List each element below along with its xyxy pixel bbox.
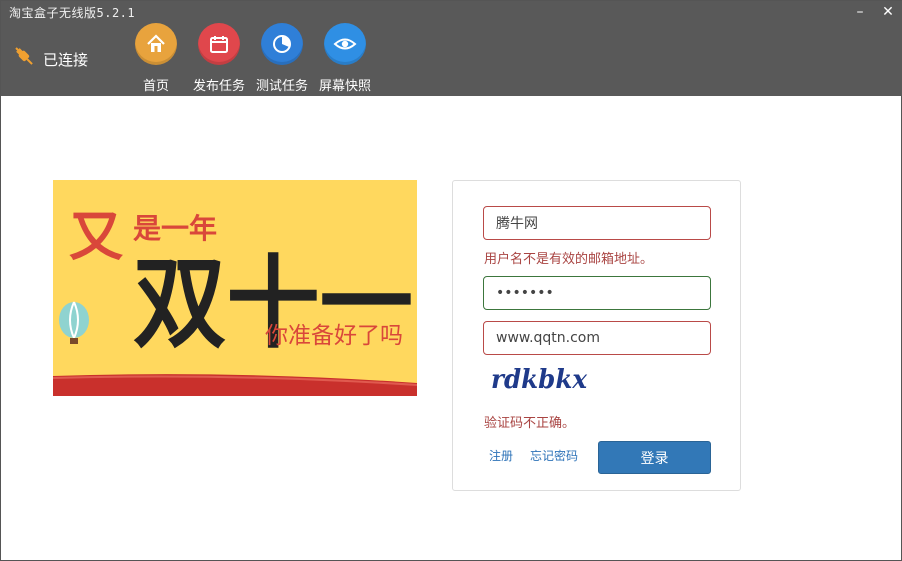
banner-line1-a: 又 (69, 205, 123, 268)
nav-home-label: 首页 (142, 79, 169, 94)
captcha-text: rdkbkx (491, 365, 587, 395)
login-button[interactable]: 登录 (598, 441, 711, 474)
nav-screenshot[interactable]: 屏幕快照 (313, 23, 377, 94)
nav-test-task[interactable]: 测试任务 (250, 23, 314, 94)
captcha-input[interactable] (483, 321, 711, 355)
close-button[interactable]: ✕ (879, 3, 897, 21)
nav-publish-task[interactable]: 发布任务 (187, 23, 251, 94)
nav-test-label: 测试任务 (255, 79, 308, 94)
minimize-button[interactable]: – (851, 3, 869, 21)
app-window: 淘宝盒子无线版5.2.1 – ✕ 已连接 首页 发布任务 测试任务 屏幕快照 又… (0, 0, 902, 561)
nav-screenshot-label: 屏幕快照 (318, 79, 371, 94)
nav-home[interactable]: 首页 (124, 23, 188, 94)
forgot-password-link[interactable]: 忘记密码 (530, 447, 578, 464)
connection-status: 已连接 (13, 45, 88, 73)
banner-subtitle: 你准备好了吗 (265, 323, 403, 349)
eye-icon (324, 23, 366, 65)
banner-line1-b: 是一年 (133, 212, 217, 245)
pie-chart-icon (261, 23, 303, 65)
hot-air-balloon-icon (59, 301, 89, 344)
nav-publish-label: 发布任务 (192, 79, 245, 94)
register-link[interactable]: 注册 (489, 447, 513, 464)
captcha-error: 验证码不正确。 (484, 416, 576, 431)
plug-icon (13, 45, 37, 73)
username-error: 用户名不是有效的邮箱地址。 (484, 252, 654, 267)
login-panel: 用户名不是有效的邮箱地址。 rdkbkx 验证码不正确。 注册 忘记密码 登录 (452, 180, 741, 491)
username-input[interactable] (483, 206, 711, 240)
password-input[interactable] (483, 276, 711, 310)
captcha-image[interactable]: rdkbkx (489, 361, 599, 395)
calendar-icon (198, 23, 240, 65)
window-title: 淘宝盒子无线版5.2.1 (9, 6, 136, 20)
top-toolbar: 淘宝盒子无线版5.2.1 – ✕ 已连接 首页 发布任务 测试任务 屏幕快照 (1, 1, 902, 96)
promo-banner: 又 是一年 双十一 你准备好了吗 (53, 180, 417, 396)
status-text: 已连接 (43, 50, 89, 69)
home-icon (135, 23, 177, 65)
